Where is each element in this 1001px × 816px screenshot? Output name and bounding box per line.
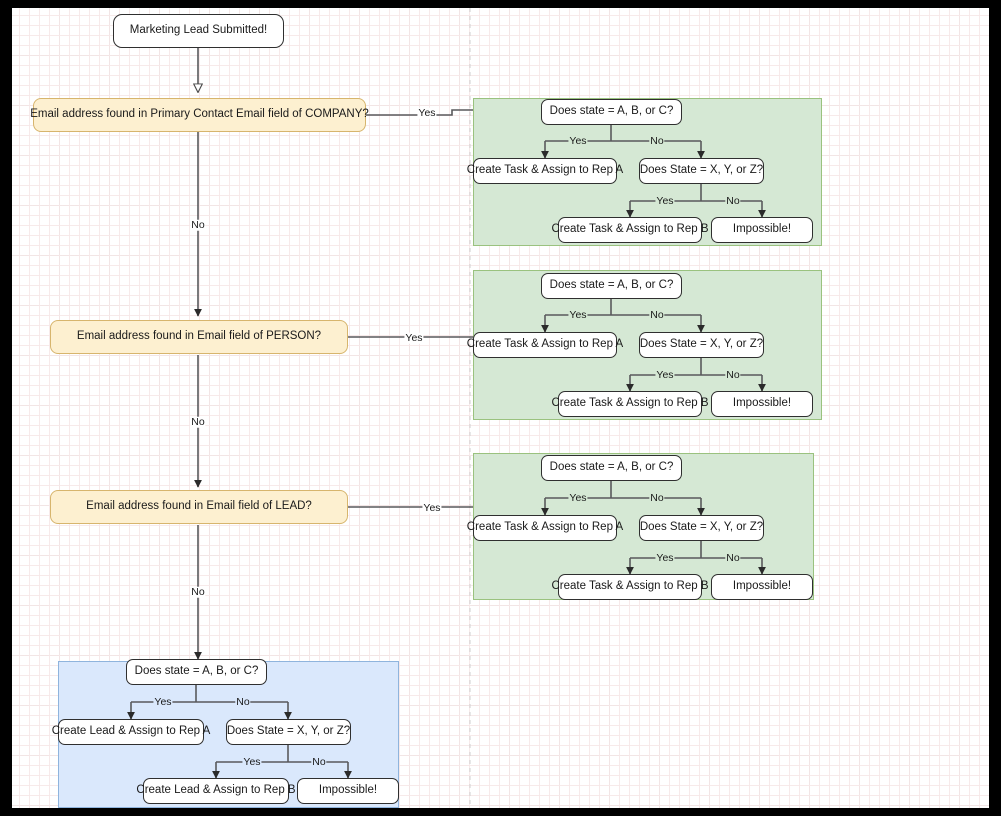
subflow2-edge-yes-1: Yes: [568, 308, 588, 321]
subflow1-edge-yes-1: Yes: [568, 134, 588, 147]
start-node[interactable]: Marketing Lead Submitted!: [113, 14, 284, 48]
subflow4-action-impossible[interactable]: Impossible!: [297, 778, 399, 804]
subflow1-edge-yes-2: Yes: [655, 194, 675, 207]
edge-label-company-no: No: [190, 218, 206, 231]
subflow1-edge-no-1: No: [649, 134, 665, 147]
subflow4-edge-yes-1: Yes: [153, 695, 173, 708]
subflow4-action-rep-a[interactable]: Create Lead & Assign to Rep A: [52, 719, 210, 745]
subflow3-edge-yes-1: Yes: [568, 491, 588, 504]
subflow1-edge-no-2: No: [725, 194, 741, 207]
subflow2-decision-state-xyz[interactable]: Does State = X, Y, or Z?: [639, 332, 764, 358]
subflow1-decision-state-xyz[interactable]: Does State = X, Y, or Z?: [639, 158, 764, 184]
decision-person-email[interactable]: Email address found in Email field of PE…: [50, 320, 348, 354]
edge-label-person-yes: Yes: [404, 331, 424, 344]
subflow2-edge-no-1: No: [649, 308, 665, 321]
decision-company-email[interactable]: Email address found in Primary Contact E…: [30, 98, 369, 132]
subflow2-action-rep-b[interactable]: Create Task & Assign to Rep B: [551, 391, 709, 417]
subflow3-edge-no-2: No: [725, 551, 741, 564]
subflow4-action-rep-b[interactable]: Create Lead & Assign to Rep B: [136, 778, 296, 804]
subflow3-action-impossible[interactable]: Impossible!: [711, 574, 813, 600]
subflow2-edge-yes-2: Yes: [655, 368, 675, 381]
subflow1-decision-state-abc[interactable]: Does state = A, B, or C?: [541, 99, 682, 125]
subflow2-decision-state-abc[interactable]: Does state = A, B, or C?: [541, 273, 682, 299]
subflow4-decision-state-abc[interactable]: Does state = A, B, or C?: [126, 659, 267, 685]
subflow4-decision-state-xyz[interactable]: Does State = X, Y, or Z?: [226, 719, 351, 745]
edge-label-person-no: No: [190, 415, 206, 428]
subflow3-edge-yes-2: Yes: [655, 551, 675, 564]
subflow2-action-rep-a[interactable]: Create Task & Assign to Rep A: [467, 332, 623, 358]
diagram-page: Marketing Lead Submitted! Email address …: [0, 0, 1001, 816]
subflow3-decision-state-abc[interactable]: Does state = A, B, or C?: [541, 455, 682, 481]
edge-label-lead-no: No: [190, 585, 206, 598]
subflow3-edge-no-1: No: [649, 491, 665, 504]
subflow2-edge-no-2: No: [725, 368, 741, 381]
subflow1-action-rep-b[interactable]: Create Task & Assign to Rep B: [551, 217, 709, 243]
subflow2-action-impossible[interactable]: Impossible!: [711, 391, 813, 417]
subflow3-decision-state-xyz[interactable]: Does State = X, Y, or Z?: [639, 515, 764, 541]
subflow4-edge-no-2: No: [311, 755, 327, 768]
subflow3-action-rep-b[interactable]: Create Task & Assign to Rep B: [551, 574, 709, 600]
subflow1-action-impossible[interactable]: Impossible!: [711, 217, 813, 243]
edge-label-lead-yes: Yes: [422, 501, 442, 514]
subflow4-edge-yes-2: Yes: [242, 755, 262, 768]
decision-lead-email[interactable]: Email address found in Email field of LE…: [50, 490, 348, 524]
edge-label-company-yes: Yes: [417, 106, 437, 119]
subflow3-action-rep-a[interactable]: Create Task & Assign to Rep A: [467, 515, 623, 541]
subflow4-edge-no-1: No: [235, 695, 251, 708]
subflow1-action-rep-a[interactable]: Create Task & Assign to Rep A: [467, 158, 623, 184]
